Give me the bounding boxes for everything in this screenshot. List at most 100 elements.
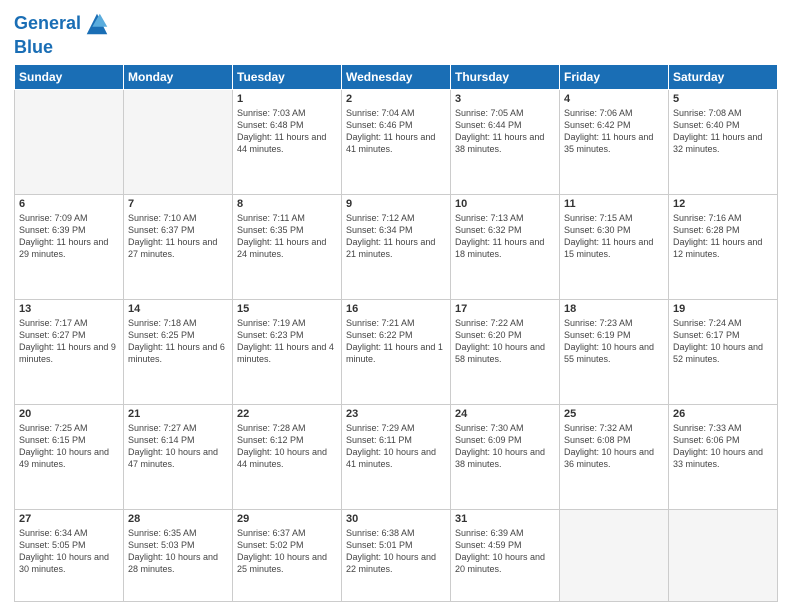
day-info: Sunrise: 7:28 AM Sunset: 6:12 PM Dayligh… [237, 422, 337, 471]
page: General Blue SundayMondayTuesdayWednesda… [0, 0, 792, 612]
calendar-cell: 10 Sunrise: 7:13 AM Sunset: 6:32 PM Dayli… [451, 194, 560, 299]
calendar-cell: 16 Sunrise: 7:21 AM Sunset: 6:22 PM Dayli… [342, 299, 451, 404]
calendar-cell: 6Sunrise: 7:09 AM Sunset: 6:39 PM Daylig… [15, 194, 124, 299]
day-header-friday: Friday [560, 64, 669, 89]
day-info: Sunrise: 7:17 AM Sunset: 6:27 PM Dayligh… [19, 317, 119, 366]
day-info: Sunrise: 7:18 AM Sunset: 6:25 PM Dayligh… [128, 317, 228, 366]
day-info: Sunrise: 6:37 AM Sunset: 5:02 PM Dayligh… [237, 527, 337, 576]
day-header-tuesday: Tuesday [233, 64, 342, 89]
calendar-cell: 14 Sunrise: 7:18 AM Sunset: 6:25 PM Dayli… [124, 299, 233, 404]
calendar-cell: 21Sunrise: 7:27 AM Sunset: 6:14 PM Dayli… [124, 404, 233, 509]
day-number: 19 [673, 303, 773, 315]
calendar-cell: 4Sunrise: 7:06 AM Sunset: 6:42 PM Daylig… [560, 89, 669, 194]
day-info: Sunrise: 7:15 AM Sunset: 6:30 PM Dayligh… [564, 212, 664, 261]
day-number: 25 [564, 408, 664, 420]
day-number: 14 [128, 303, 228, 315]
calendar-cell [15, 89, 124, 194]
day-info: Sunrise: 6:34 AM Sunset: 5:05 PM Dayligh… [19, 527, 119, 576]
calendar-table: SundayMondayTuesdayWednesdayThursdayFrid… [14, 64, 778, 602]
day-info: Sunrise: 7:10 AM Sunset: 6:37 PM Dayligh… [128, 212, 228, 261]
logo: General Blue [14, 10, 111, 58]
calendar-cell: 20 Sunrise: 7:25 AM Sunset: 6:15 PM Dayli… [15, 404, 124, 509]
calendar-cell: 29 Sunrise: 6:37 AM Sunset: 5:02 PM Dayli… [233, 510, 342, 602]
calendar-cell [560, 510, 669, 602]
day-number: 24 [455, 408, 555, 420]
day-info: Sunrise: 7:11 AM Sunset: 6:35 PM Dayligh… [237, 212, 337, 261]
day-number: 16 [346, 303, 446, 315]
calendar-cell: 25 Sunrise: 7:32 AM Sunset: 6:08 PM Dayli… [560, 404, 669, 509]
calendar-cell [669, 510, 778, 602]
day-number: 11 [564, 198, 664, 210]
day-info: Sunrise: 6:35 AM Sunset: 5:03 PM Dayligh… [128, 527, 228, 576]
calendar-week-0: 1 Sunrise: 7:03 AM Sunset: 6:48 PM Daylig… [15, 89, 778, 194]
day-number: 8 [237, 198, 337, 210]
day-number: 5 [673, 93, 773, 105]
header: General Blue [14, 10, 778, 58]
day-info: Sunrise: 7:03 AM Sunset: 6:48 PM Dayligh… [237, 107, 337, 156]
calendar-cell: 9Sunrise: 7:12 AM Sunset: 6:34 PM Daylig… [342, 194, 451, 299]
calendar-cell: 5 Sunrise: 7:08 AM Sunset: 6:40 PM Daylig… [669, 89, 778, 194]
calendar-week-3: 20 Sunrise: 7:25 AM Sunset: 6:15 PM Dayli… [15, 404, 778, 509]
day-number: 9 [346, 198, 446, 210]
calendar-week-1: 6Sunrise: 7:09 AM Sunset: 6:39 PM Daylig… [15, 194, 778, 299]
logo-text-blue: Blue [14, 38, 111, 58]
day-number: 29 [237, 513, 337, 525]
calendar-cell: 19 Sunrise: 7:24 AM Sunset: 6:17 PM Dayli… [669, 299, 778, 404]
calendar-cell: 1 Sunrise: 7:03 AM Sunset: 6:48 PM Daylig… [233, 89, 342, 194]
calendar-cell: 11 Sunrise: 7:15 AM Sunset: 6:30 PM Dayli… [560, 194, 669, 299]
day-info: Sunrise: 7:16 AM Sunset: 6:28 PM Dayligh… [673, 212, 773, 261]
day-info: Sunrise: 6:38 AM Sunset: 5:01 PM Dayligh… [346, 527, 446, 576]
day-number: 12 [673, 198, 773, 210]
day-number: 20 [19, 408, 119, 420]
day-header-saturday: Saturday [669, 64, 778, 89]
day-number: 15 [237, 303, 337, 315]
day-info: Sunrise: 7:25 AM Sunset: 6:15 PM Dayligh… [19, 422, 119, 471]
calendar-cell: 8 Sunrise: 7:11 AM Sunset: 6:35 PM Daylig… [233, 194, 342, 299]
day-info: Sunrise: 7:23 AM Sunset: 6:19 PM Dayligh… [564, 317, 664, 366]
day-info: Sunrise: 7:06 AM Sunset: 6:42 PM Dayligh… [564, 107, 664, 156]
calendar-header: SundayMondayTuesdayWednesdayThursdayFrid… [15, 64, 778, 89]
day-info: Sunrise: 7:24 AM Sunset: 6:17 PM Dayligh… [673, 317, 773, 366]
calendar-week-2: 13 Sunrise: 7:17 AM Sunset: 6:27 PM Dayli… [15, 299, 778, 404]
day-number: 17 [455, 303, 555, 315]
calendar-cell: 13 Sunrise: 7:17 AM Sunset: 6:27 PM Dayli… [15, 299, 124, 404]
calendar-cell: 7 Sunrise: 7:10 AM Sunset: 6:37 PM Daylig… [124, 194, 233, 299]
day-number: 3 [455, 93, 555, 105]
day-info: Sunrise: 7:09 AM Sunset: 6:39 PM Dayligh… [19, 212, 119, 261]
day-info: Sunrise: 7:04 AM Sunset: 6:46 PM Dayligh… [346, 107, 446, 156]
day-number: 22 [237, 408, 337, 420]
day-number: 30 [346, 513, 446, 525]
day-info: Sunrise: 7:29 AM Sunset: 6:11 PM Dayligh… [346, 422, 446, 471]
calendar-cell: 28Sunrise: 6:35 AM Sunset: 5:03 PM Dayli… [124, 510, 233, 602]
day-info: Sunrise: 7:21 AM Sunset: 6:22 PM Dayligh… [346, 317, 446, 366]
day-header-wednesday: Wednesday [342, 64, 451, 89]
day-info: Sunrise: 7:32 AM Sunset: 6:08 PM Dayligh… [564, 422, 664, 471]
calendar-cell [124, 89, 233, 194]
day-number: 10 [455, 198, 555, 210]
day-number: 23 [346, 408, 446, 420]
day-header-sunday: Sunday [15, 64, 124, 89]
calendar-cell: 12 Sunrise: 7:16 AM Sunset: 6:28 PM Dayli… [669, 194, 778, 299]
calendar-cell: 2 Sunrise: 7:04 AM Sunset: 6:46 PM Daylig… [342, 89, 451, 194]
day-number: 1 [237, 93, 337, 105]
calendar-body: 1 Sunrise: 7:03 AM Sunset: 6:48 PM Daylig… [15, 89, 778, 601]
calendar-cell: 17Sunrise: 7:22 AM Sunset: 6:20 PM Dayli… [451, 299, 560, 404]
day-number: 13 [19, 303, 119, 315]
day-number: 7 [128, 198, 228, 210]
day-info: Sunrise: 7:33 AM Sunset: 6:06 PM Dayligh… [673, 422, 773, 471]
calendar-cell: 31 Sunrise: 6:39 AM Sunset: 4:59 PM Dayli… [451, 510, 560, 602]
calendar-cell: 26Sunrise: 7:33 AM Sunset: 6:06 PM Dayli… [669, 404, 778, 509]
day-info: Sunrise: 7:08 AM Sunset: 6:40 PM Dayligh… [673, 107, 773, 156]
calendar-cell: 30 Sunrise: 6:38 AM Sunset: 5:01 PM Dayli… [342, 510, 451, 602]
day-number: 2 [346, 93, 446, 105]
day-number: 31 [455, 513, 555, 525]
calendar-cell: 24Sunrise: 7:30 AM Sunset: 6:09 PM Dayli… [451, 404, 560, 509]
calendar-cell: 27 Sunrise: 6:34 AM Sunset: 5:05 PM Dayli… [15, 510, 124, 602]
day-number: 27 [19, 513, 119, 525]
day-header-monday: Monday [124, 64, 233, 89]
day-info: Sunrise: 7:13 AM Sunset: 6:32 PM Dayligh… [455, 212, 555, 261]
calendar-cell: 15Sunrise: 7:19 AM Sunset: 6:23 PM Dayli… [233, 299, 342, 404]
day-info: Sunrise: 6:39 AM Sunset: 4:59 PM Dayligh… [455, 527, 555, 576]
calendar-cell: 23 Sunrise: 7:29 AM Sunset: 6:11 PM Dayli… [342, 404, 451, 509]
calendar-cell: 3Sunrise: 7:05 AM Sunset: 6:44 PM Daylig… [451, 89, 560, 194]
